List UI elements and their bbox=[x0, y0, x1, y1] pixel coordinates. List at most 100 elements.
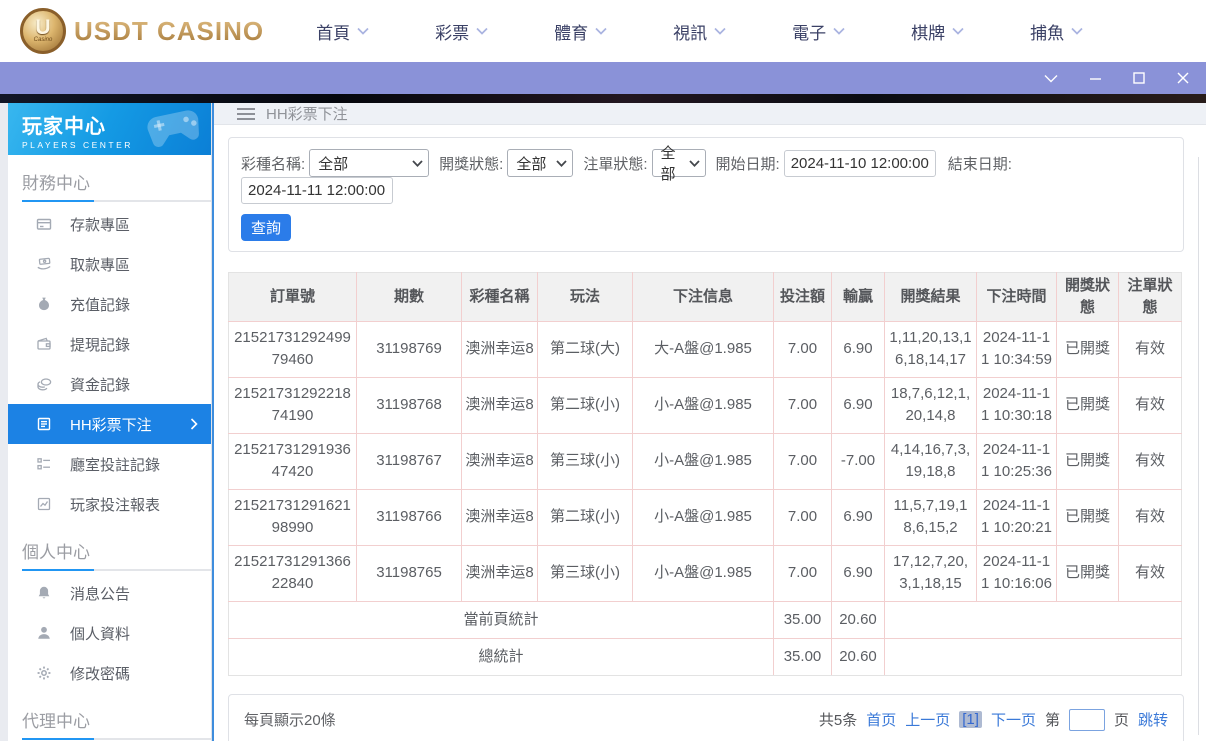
cell-lottery-name: 澳洲幸运8 bbox=[461, 432, 538, 490]
cell-bet-time: 2024-11-11 10:34:59 bbox=[976, 320, 1057, 378]
page-size-text: 每頁顯示20條 bbox=[244, 712, 336, 729]
cell-draw-result: 17,12,7,20,3,1,18,15 bbox=[884, 544, 977, 602]
cell-draw-status: 已開獎 bbox=[1056, 488, 1119, 546]
nav-item-sports[interactable]: 體育 bbox=[554, 19, 607, 44]
col-issue: 期數 bbox=[356, 272, 462, 322]
bell-icon bbox=[38, 586, 50, 599]
nav-item-home[interactable]: 首頁 bbox=[316, 19, 369, 44]
sidebar-item-profile[interactable]: 個人資料 bbox=[8, 613, 211, 653]
cell-lottery-name: 澳洲幸运8 bbox=[461, 488, 538, 546]
table-header-row: 訂單號 期數 彩種名稱 玩法 下注信息 投注額 輸贏 開獎結果 下注時間 開獎狀… bbox=[228, 272, 1182, 322]
sidebar-item-deposit[interactable]: 存款專區 bbox=[8, 204, 211, 244]
end-date-input[interactable] bbox=[241, 177, 393, 204]
start-date-label: 開始日期: bbox=[715, 155, 780, 173]
cell-bet-info: 小-A盤@1.985 bbox=[632, 488, 774, 546]
nav-label: 棋牌 bbox=[911, 23, 946, 43]
window-menu-chevron-icon[interactable] bbox=[1042, 69, 1060, 87]
chevron-down-icon bbox=[476, 27, 488, 35]
lottery-name-select[interactable]: 全部 bbox=[309, 149, 430, 177]
first-page-link[interactable]: 首页 bbox=[866, 709, 896, 730]
summary-label: 總統計 bbox=[228, 637, 774, 676]
section-divider bbox=[22, 200, 211, 202]
order-status-select[interactable]: 全部 bbox=[651, 145, 706, 183]
logo-coin-icon: U Casino bbox=[20, 8, 66, 54]
cell-draw-result: 4,14,16,7,3,19,18,8 bbox=[884, 432, 977, 490]
sidebar-hero: 玩家中心 PLAYERS CENTER bbox=[8, 103, 211, 155]
cell-win-loss: 6.90 bbox=[831, 320, 885, 378]
cell-lottery-name: 澳洲幸运8 bbox=[461, 544, 538, 602]
cell-bet-info: 小-A盤@1.985 bbox=[632, 376, 774, 434]
sidebar-item-withdrawal-record[interactable]: 提現記錄 bbox=[8, 324, 211, 364]
menu-label: 廳室投註記錄 bbox=[70, 456, 161, 474]
chevron-down-icon bbox=[688, 159, 700, 167]
cell-bet-time: 2024-11-11 10:20:21 bbox=[976, 488, 1057, 546]
start-date-input[interactable] bbox=[783, 149, 936, 177]
section-title-agent: 代理中心 bbox=[22, 712, 90, 731]
cell-order-status: 有效 bbox=[1118, 544, 1182, 602]
cell-bet-time: 2024-11-11 10:25:36 bbox=[976, 432, 1057, 490]
cell-bet-amount: 7.00 bbox=[773, 320, 832, 378]
cell-bet-amount: 7.00 bbox=[773, 376, 832, 434]
page-jump-input[interactable] bbox=[1068, 708, 1105, 731]
sidebar-item-announcements[interactable]: 消息公告 bbox=[8, 573, 211, 613]
sidebar-item-recharge-record[interactable]: 充值記錄 bbox=[8, 284, 211, 324]
col-order-status: 注單狀態 bbox=[1118, 272, 1182, 322]
col-bet-info: 下注信息 bbox=[632, 272, 774, 322]
prev-page-link[interactable]: 上一页 bbox=[905, 709, 950, 730]
section-title-personal: 個人中心 bbox=[22, 543, 90, 562]
cell-lottery-name: 澳洲幸运8 bbox=[461, 376, 538, 434]
cell-win-loss: 6.90 bbox=[831, 376, 885, 434]
hamburger-menu-icon[interactable] bbox=[237, 107, 255, 120]
sidebar-item-funds-record[interactable]: 資金記錄 bbox=[8, 364, 211, 404]
sidebar-item-withdraw[interactable]: 取款專區 bbox=[8, 244, 211, 284]
sidebar-item-player-bet-report[interactable]: 玩家投注報表 bbox=[8, 484, 211, 524]
cell-play: 第三球(小) bbox=[537, 432, 633, 490]
cell-order-status: 有效 bbox=[1118, 432, 1182, 490]
nav-item-live[interactable]: 視訊 bbox=[673, 19, 726, 44]
order-status-label: 注單狀態: bbox=[583, 155, 648, 173]
nav-item-slots[interactable]: 電子 bbox=[792, 19, 845, 44]
sidebar-item-hall-bet-record[interactable]: 廳室投註記錄 bbox=[8, 444, 211, 484]
window-close-icon[interactable] bbox=[1174, 69, 1192, 87]
next-page-link[interactable]: 下一页 bbox=[991, 709, 1036, 730]
total-count-text: 共5条 bbox=[818, 712, 858, 729]
window-maximize-icon[interactable] bbox=[1130, 69, 1148, 87]
table-row: 2152173129193647420 31198767 澳洲幸运8 第三球(小… bbox=[228, 432, 1182, 490]
nav-label: 彩票 bbox=[435, 23, 470, 43]
chevron-down-icon bbox=[833, 27, 845, 35]
cell-order-status: 有效 bbox=[1118, 376, 1182, 434]
chevron-down-icon bbox=[1071, 27, 1083, 35]
jump-button[interactable]: 跳转 bbox=[1138, 709, 1168, 730]
window-minimize-icon[interactable] bbox=[1086, 69, 1104, 87]
query-button[interactable]: 查詢 bbox=[241, 214, 291, 241]
cell-issue: 31198768 bbox=[356, 376, 462, 434]
nav-item-cards[interactable]: 棋牌 bbox=[911, 19, 964, 44]
pager: 共5条 首页 上一页 [1] 下一页 第 页 跳转 bbox=[818, 708, 1168, 731]
cell-draw-result: 1,11,20,13,16,18,14,17 bbox=[884, 320, 977, 378]
menu-label: 取款專區 bbox=[70, 256, 131, 274]
nav-label: 體育 bbox=[554, 23, 589, 43]
breadcrumb: HH彩票下注 bbox=[214, 103, 1206, 125]
select-value: 全部 bbox=[516, 155, 547, 173]
menu-label: 提現記錄 bbox=[70, 336, 131, 354]
nav-item-fishing[interactable]: 捕魚 bbox=[1030, 19, 1083, 44]
cell-order-no: 2152173129249979460 bbox=[228, 320, 357, 378]
sidebar: 玩家中心 PLAYERS CENTER 財務中心 存款專區 取款專區 充值記錄 … bbox=[8, 103, 212, 741]
cell-order-no: 2152173129136622840 bbox=[228, 544, 357, 602]
nav-item-lottery[interactable]: 彩票 bbox=[435, 19, 488, 44]
sidebar-item-hh-lottery-bets[interactable]: HH彩票下注 bbox=[8, 404, 211, 444]
cell-bet-time: 2024-11-11 10:30:18 bbox=[976, 376, 1057, 434]
total-summary-row: 總統計 35.00 20.60 bbox=[228, 637, 1182, 676]
sidebar-item-change-password[interactable]: 修改密碼 bbox=[8, 653, 211, 693]
draw-status-select[interactable]: 全部 bbox=[507, 149, 574, 177]
cell-order-no: 2152173129221874190 bbox=[228, 376, 357, 434]
cell-win-loss: 6.90 bbox=[831, 544, 885, 602]
table-row: 2152173129136622840 31198765 澳洲幸运8 第三球(小… bbox=[228, 544, 1182, 602]
nav-label: 捕魚 bbox=[1030, 23, 1065, 43]
list-icon bbox=[37, 458, 50, 470]
cell-draw-status: 已開獎 bbox=[1056, 432, 1119, 490]
bank-card-icon bbox=[36, 218, 52, 230]
section-title-finance: 財務中心 bbox=[22, 174, 90, 193]
col-bet-time: 下注時間 bbox=[976, 272, 1057, 322]
chevron-down-icon bbox=[556, 159, 567, 167]
